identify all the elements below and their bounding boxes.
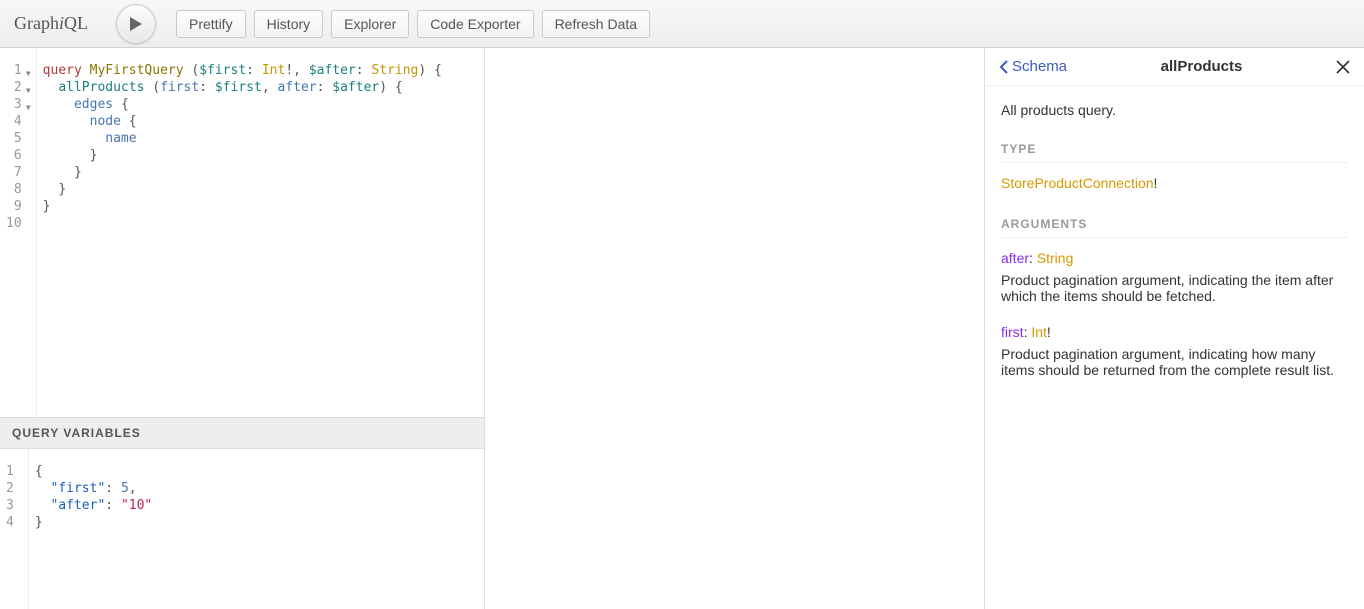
code-exporter-button[interactable]: Code Exporter [417,10,533,38]
variables-editor[interactable]: 1234 { "first": 5, "after": "10"} [0,449,484,609]
docs-argument: first: Int!Product pagination argument, … [1001,324,1348,378]
run-button[interactable] [116,4,156,44]
arg-type-link[interactable]: String [1037,250,1074,266]
docs-back-button[interactable]: Schema [999,58,1067,75]
editor-column: 1▼2▼3▼45678910 query MyFirstQuery ($firs… [0,48,485,609]
docs-section-args: arguments [1001,217,1348,238]
arg-description: Product pagination argument, indicating … [1001,272,1348,304]
docs-back-label: Schema [1012,58,1067,75]
query-code[interactable]: query MyFirstQuery ($first: Int!, $after… [37,48,450,417]
docs-header: Schema allProducts [985,48,1364,86]
explorer-button[interactable]: Explorer [331,10,409,38]
arg-name[interactable]: first [1001,324,1024,340]
docs-panel: Schema allProducts All products query. t… [984,48,1364,609]
play-icon [129,16,143,32]
docs-argument: after: StringProduct pagination argument… [1001,250,1348,304]
prettify-button[interactable]: Prettify [176,10,246,38]
docs-type-link[interactable]: StoreProductConnection [1001,175,1154,191]
toolbar: GraphiQL Prettify History Explorer Code … [0,0,1364,48]
docs-description: All products query. [1001,102,1348,118]
main: 1▼2▼3▼45678910 query MyFirstQuery ($firs… [0,48,1364,609]
docs-type-bang: ! [1154,175,1158,191]
query-variables-header[interactable]: Query Variables [0,417,484,449]
docs-title: allProducts [1161,58,1243,75]
docs-body: All products query. type StoreProductCon… [985,86,1364,398]
arg-name[interactable]: after [1001,250,1029,266]
docs-close-button[interactable] [1336,60,1350,74]
arg-description: Product pagination argument, indicating … [1001,346,1348,378]
history-button[interactable]: History [254,10,324,38]
close-icon [1336,60,1350,74]
arg-type-link[interactable]: Int [1031,324,1047,340]
results-panel [485,48,984,609]
query-editor[interactable]: 1▼2▼3▼45678910 query MyFirstQuery ($firs… [0,48,484,417]
query-gutter: 1▼2▼3▼45678910 [0,48,37,417]
variables-gutter: 1234 [0,449,29,609]
docs-section-type: type [1001,142,1348,163]
variables-code[interactable]: { "first": 5, "after": "10"} [29,449,160,609]
refresh-data-button[interactable]: Refresh Data [542,10,650,38]
logo: GraphiQL [14,13,88,34]
chevron-left-icon [999,60,1008,74]
